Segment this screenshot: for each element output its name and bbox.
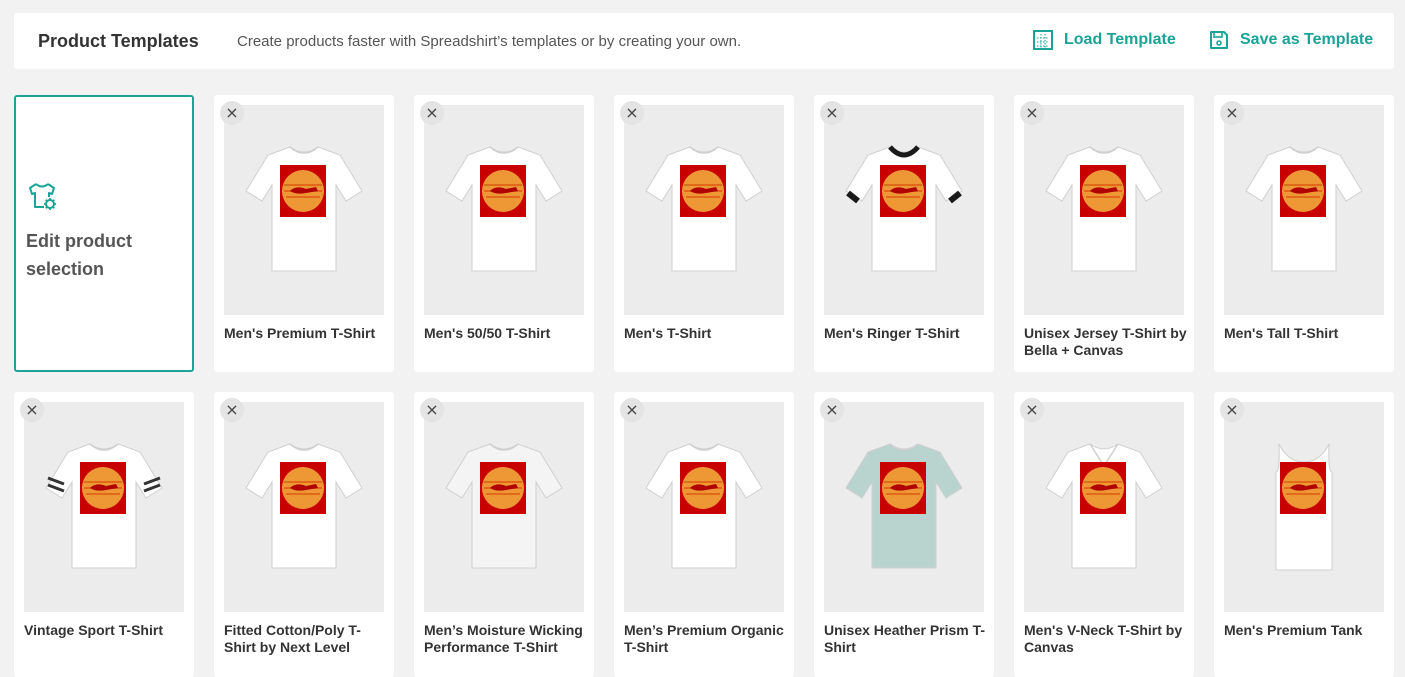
shirt-gear-icon [29, 183, 56, 210]
product-card[interactable]: × Vintage Sport T-Shirt [14, 392, 194, 677]
product-card[interactable]: × Fitted Cotton/Poly T-Shirt by Next Leve… [214, 392, 394, 677]
remove-product-button[interactable]: × [420, 398, 444, 422]
product-name: Fitted Cotton/Poly T-Shirt by Next Level [224, 622, 361, 655]
product-card[interactable]: × Men's Premium T-Shirt [214, 95, 394, 372]
remove-product-button[interactable]: × [20, 398, 44, 422]
page-title: Product Templates [38, 31, 199, 51]
product-name: Men's Premium T-Shirt [224, 325, 376, 341]
remove-product-button[interactable]: × [820, 101, 844, 125]
product-image [824, 402, 984, 612]
remove-product-button[interactable]: × [1020, 101, 1044, 125]
product-name: Men's 50/50 T-Shirt [424, 325, 551, 341]
product-name: Men’s Premium Organic T-Shirt [624, 622, 784, 655]
product-image [224, 105, 384, 315]
product-name: Men's V-Neck T-Shirt by Canvas [1024, 622, 1183, 655]
page-subtitle: Create products faster with Spreadshirt’… [237, 33, 742, 50]
remove-product-button[interactable]: × [1020, 398, 1044, 422]
product-name: Men's Premium Tank [1224, 622, 1363, 638]
product-card[interactable]: × Unisex Jersey T-Shirt by Bella + Canvas [1014, 95, 1194, 372]
remove-product-button[interactable]: × [820, 398, 844, 422]
product-image [24, 402, 184, 612]
remove-product-button[interactable]: × [220, 101, 244, 125]
product-image [424, 105, 584, 315]
product-name: Unisex Jersey T-Shirt by Bella + Canvas [1024, 325, 1187, 358]
product-name: Men's T-Shirt [624, 325, 712, 341]
product-name: Men’s Moisture Wicking Performance T-Shi… [424, 622, 583, 655]
product-name: Men's Tall T-Shirt [1224, 325, 1339, 341]
product-card[interactable]: × Men's Premium Tank [1214, 392, 1394, 677]
product-card[interactable]: × Men's T-Shirt [614, 95, 794, 372]
product-image [1224, 402, 1384, 612]
save-as-template-label: Save as Template [1240, 31, 1374, 48]
edit-product-selection-card[interactable]: Edit product selection [14, 95, 194, 372]
load-template-icon [1033, 30, 1053, 50]
product-name: Vintage Sport T-Shirt [24, 622, 163, 638]
product-image [1024, 105, 1184, 315]
product-card[interactable]: × Men's 50/50 T-Shirt [414, 95, 594, 372]
edit-product-selection-label: Edit product selection [26, 231, 132, 279]
remove-product-button[interactable]: × [1220, 398, 1244, 422]
save-as-template-button[interactable]: Save as Template [1208, 29, 1373, 51]
product-image [624, 402, 784, 612]
product-image [624, 105, 784, 315]
product-image [1024, 402, 1184, 612]
product-card[interactable]: × Men's V-Neck T-Shirt by Canvas [1014, 392, 1194, 677]
remove-product-button[interactable]: × [420, 101, 444, 125]
product-card[interactable]: × Men’s Premium Organic T-Shirt [614, 392, 794, 677]
product-image [424, 402, 584, 612]
remove-product-button[interactable]: × [220, 398, 244, 422]
product-name: Men's Ringer T-Shirt [824, 325, 960, 341]
product-image [224, 402, 384, 612]
product-card[interactable]: × Men's Tall T-Shirt [1214, 95, 1394, 372]
product-name: Unisex Heather Prism T-Shirt [824, 622, 986, 655]
product-card[interactable]: × Men's Ringer T-Shirt [814, 95, 994, 372]
load-template-label: Load Template [1064, 31, 1176, 48]
templates-header: Product Templates Create products faster… [14, 13, 1394, 69]
product-card[interactable]: × Unisex Heather Prism T-Shirt [814, 392, 994, 677]
product-image [824, 105, 984, 315]
load-template-button[interactable]: Load Template [1032, 29, 1176, 51]
product-image [1224, 105, 1384, 315]
save-icon [1210, 31, 1228, 49]
remove-product-button[interactable]: × [620, 398, 644, 422]
remove-product-button[interactable]: × [620, 101, 644, 125]
remove-product-button[interactable]: × [1220, 101, 1244, 125]
product-card[interactable]: × Men’s Moisture Wicking Performance T-Sh… [414, 392, 594, 677]
